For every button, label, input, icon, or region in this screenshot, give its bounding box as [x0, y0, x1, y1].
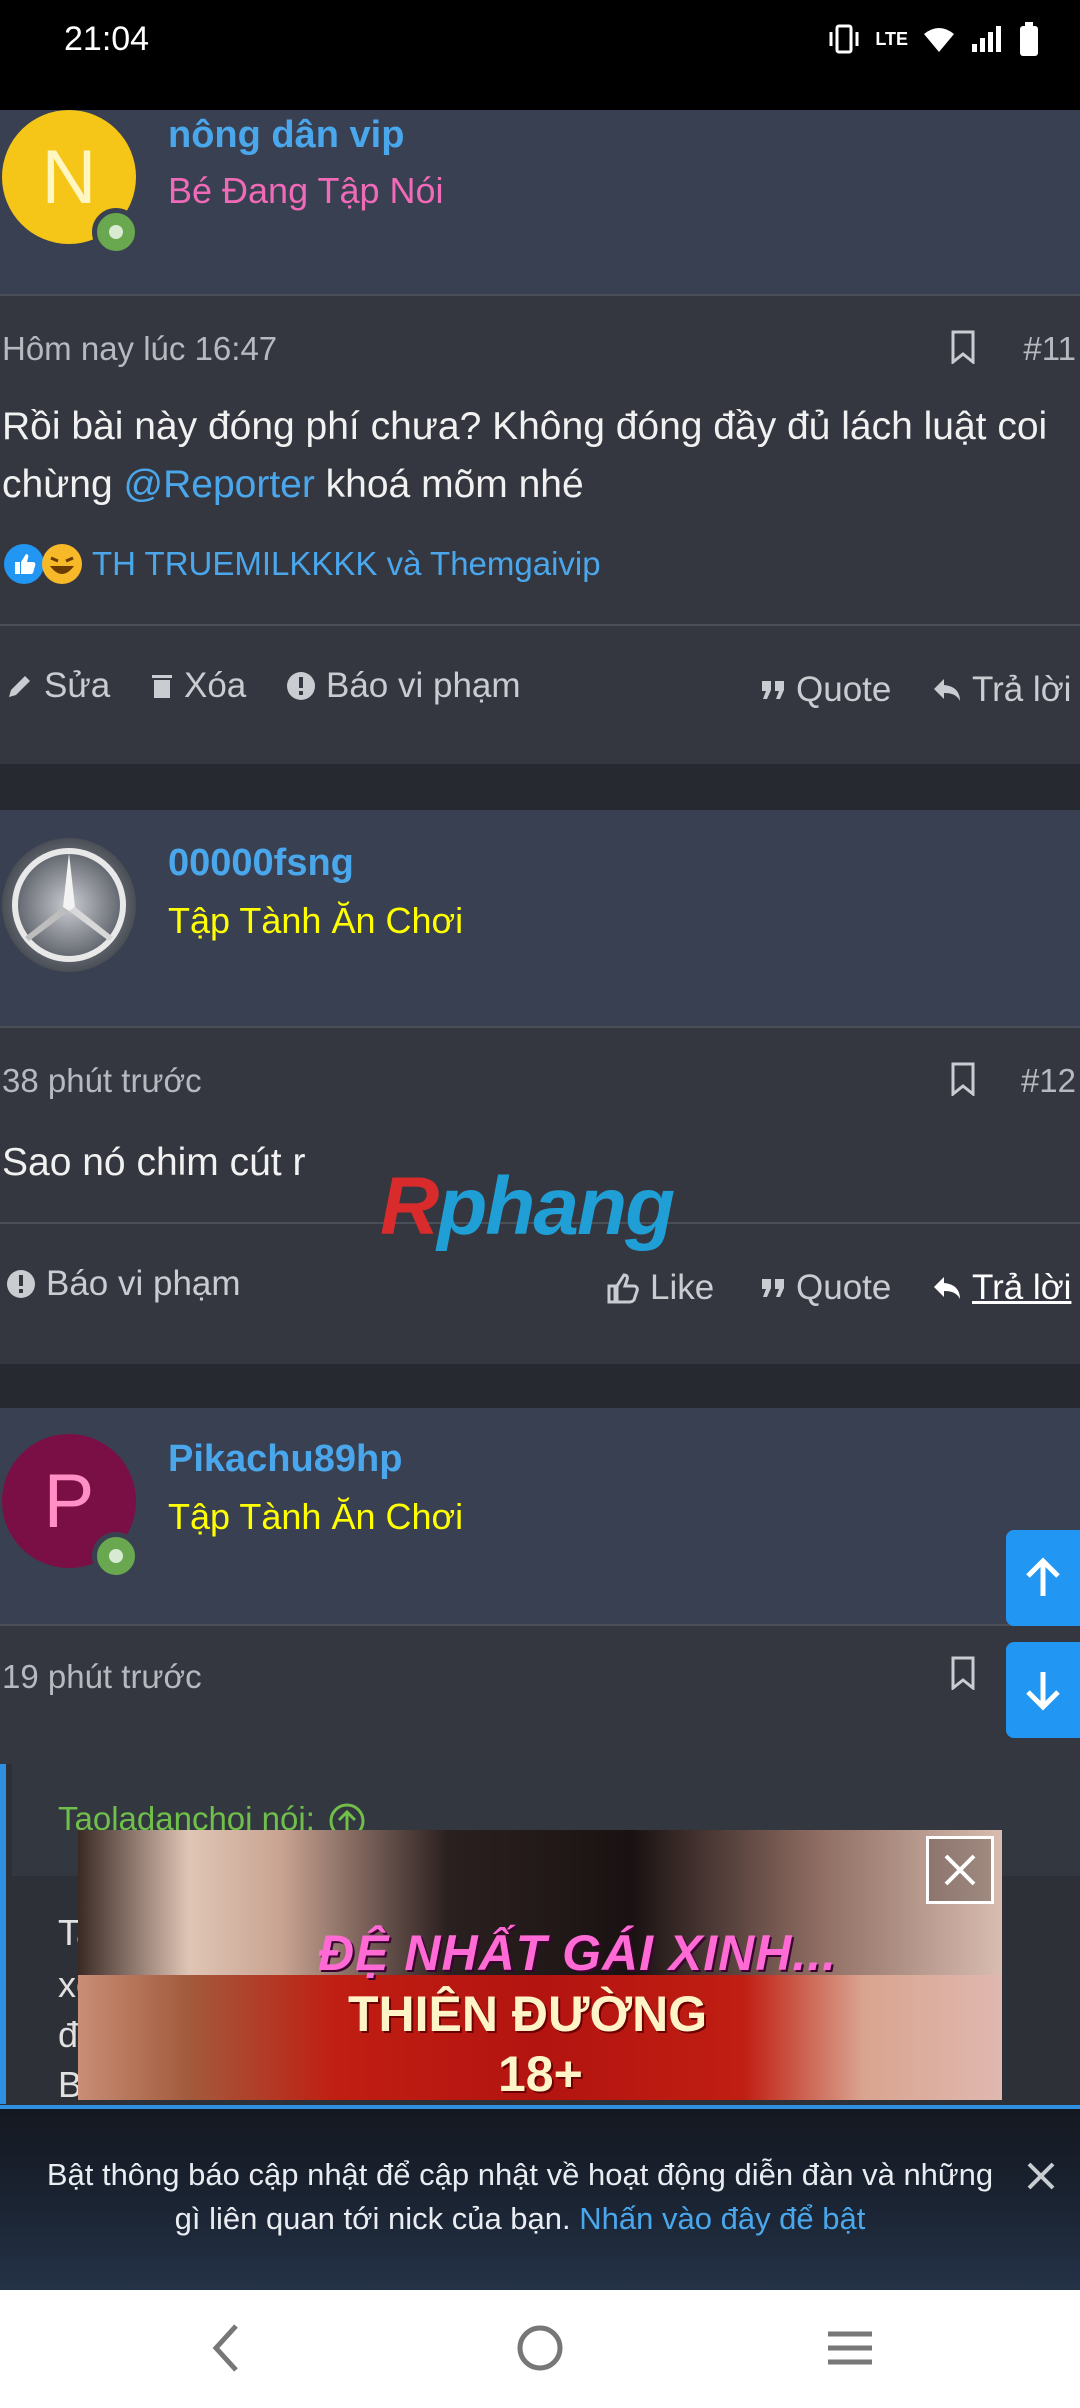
username[interactable]: nông dân vip [168, 114, 404, 157]
volte-icon: LTE [875, 28, 908, 49]
alert-icon [287, 672, 315, 700]
quote-text: đ [58, 2014, 79, 2055]
ad-text: THIÊN ĐƯỜNG [348, 1986, 708, 2042]
post-time[interactable]: 19 phút trước [2, 1658, 202, 1696]
arrow-up-icon [1026, 1557, 1060, 1596]
status-bar: 21:04 LTE [0, 0, 1080, 110]
post-11-user-header: N nông dân vip Bé Đang Tập Nói [0, 110, 1080, 294]
user-title: Bé Đang Tập Nói [168, 170, 444, 211]
pencil-icon [9, 676, 30, 697]
arrow-down-icon [1026, 1672, 1060, 1711]
user-title: Tập Tành Ăn Chơi [168, 900, 464, 941]
reply-button[interactable]: Trả lời [932, 670, 1071, 710]
post-number[interactable]: #11 [1023, 330, 1076, 368]
trash-icon [152, 675, 172, 698]
site-watermark: Rphang [380, 1161, 675, 1252]
haha-reaction-icon [42, 544, 82, 584]
quote-button[interactable]: Quote [760, 670, 891, 710]
post-time[interactable]: 38 phút trước [2, 1062, 202, 1100]
quote-button[interactable]: Quote [760, 1268, 891, 1308]
report-button[interactable]: Báo vi phạm [6, 1264, 241, 1304]
reactions-bar[interactable]: TH TRUEMILKKKK và Themgaivip [2, 542, 601, 586]
battery-icon [1020, 22, 1038, 56]
reply-icon [934, 679, 960, 701]
enable-notifications-link[interactable]: Nhấn vào đây để bật [579, 2201, 865, 2236]
online-indicator-icon [92, 208, 140, 256]
post-time[interactable]: Hôm nay lúc 16:47 [2, 330, 277, 368]
ad-text: ĐỆ NHẤT GÁI XINH... [318, 1925, 838, 1981]
username[interactable]: 00000fsng [168, 842, 354, 885]
post-11: Hôm nay lúc 16:47 #11 Rồi bài này đóng p… [0, 296, 1080, 764]
status-icons: LTE [827, 22, 1040, 56]
bookmark-icon[interactable] [950, 330, 976, 364]
report-button[interactable]: Báo vi phạm [286, 666, 521, 706]
edit-button[interactable]: Sửa [6, 666, 110, 706]
username[interactable]: Pikachu89hp [168, 1438, 402, 1481]
notification-banner: Bật thông báo cập nhật để cập nhật về ho… [0, 2105, 1080, 2294]
alert-icon [7, 1270, 35, 1298]
home-icon[interactable] [514, 2320, 566, 2376]
recents-icon[interactable] [824, 2320, 876, 2376]
post-12-user-header: 00000fsng Tập Tành Ăn Chơi [0, 810, 1080, 1026]
post-13: 19 phút trước [0, 1626, 1080, 1766]
bookmark-icon[interactable] [950, 1062, 976, 1096]
post-content: Rồi bài này đóng phí chưa? Không đóng đầ… [2, 405, 1048, 506]
clock: 21:04 [64, 20, 150, 58]
close-icon[interactable] [1024, 2159, 1058, 2193]
post-gap [0, 764, 1080, 810]
wifi-icon [924, 28, 954, 52]
system-navigation-bar [0, 2290, 1080, 2408]
post-13-user-header: P Pikachu89hp Tập Tành Ăn Chơi [0, 1408, 1080, 1624]
reactions-users[interactable]: TH TRUEMILKKKK và Themgaivip [92, 545, 601, 583]
like-button[interactable]: Like [606, 1268, 714, 1308]
notification-message: Bật thông báo cập nhật để cập nhật về ho… [46, 2157, 994, 2236]
quote-icon [762, 1279, 784, 1297]
scroll-bottom-button[interactable] [1006, 1642, 1080, 1738]
delete-button[interactable]: Xóa [150, 666, 246, 706]
back-icon[interactable] [208, 2320, 242, 2376]
online-indicator-icon [92, 1532, 140, 1580]
close-icon [944, 1854, 976, 1886]
ad-close-button[interactable] [926, 1836, 994, 1904]
avatar[interactable] [2, 838, 136, 972]
ad-banner[interactable]: ĐỆ NHẤT GÁI XINH... THIÊN ĐƯỜNG 18+ [78, 1830, 1002, 2100]
divider [0, 624, 1080, 626]
ad-text: 18+ [498, 2046, 583, 2100]
mention-link[interactable]: @Reporter [124, 463, 315, 506]
vibrate-icon [829, 24, 859, 54]
signal-icon [972, 26, 1001, 52]
quote-icon [762, 681, 784, 699]
scroll-top-button[interactable] [1006, 1530, 1080, 1626]
post-number[interactable]: #12 [1021, 1062, 1076, 1100]
mercedes-logo-icon [12, 848, 126, 962]
reply-icon [934, 1277, 960, 1299]
bookmark-icon[interactable] [950, 1656, 976, 1690]
thumbs-up-icon [607, 1273, 639, 1304]
user-title: Tập Tành Ăn Chơi [168, 1496, 464, 1537]
reply-button[interactable]: Trả lời [932, 1268, 1071, 1308]
post-gap [0, 1364, 1080, 1408]
